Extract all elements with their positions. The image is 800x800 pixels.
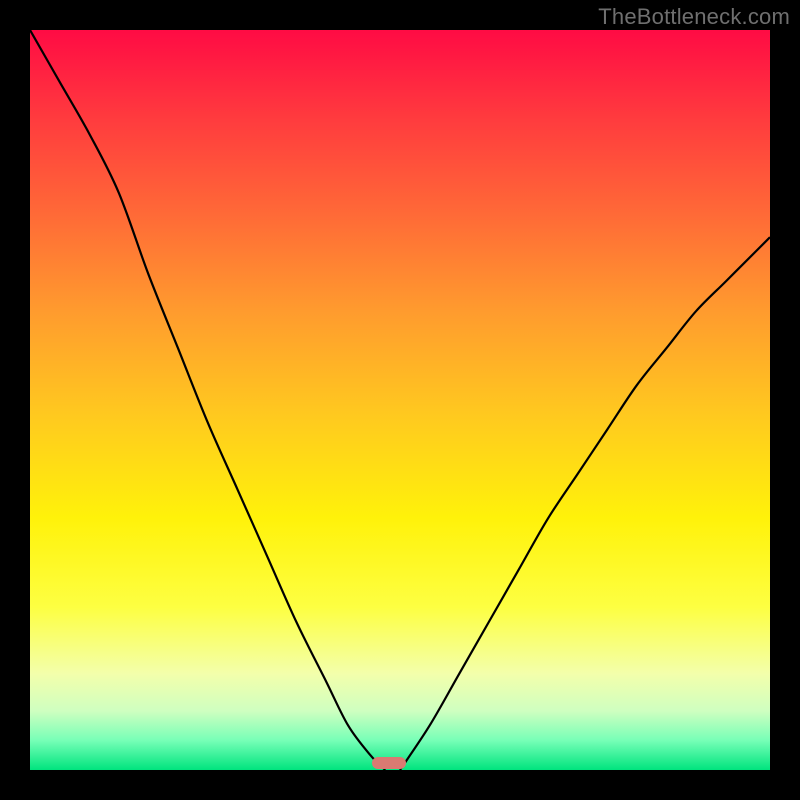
curve-left-branch xyxy=(30,30,385,770)
chart-frame: TheBottleneck.com xyxy=(0,0,800,800)
bottleneck-curve xyxy=(30,30,770,770)
optimal-point-marker xyxy=(372,757,406,769)
attribution-watermark: TheBottleneck.com xyxy=(598,4,790,30)
curve-right-branch xyxy=(400,237,770,770)
plot-area xyxy=(30,30,770,770)
